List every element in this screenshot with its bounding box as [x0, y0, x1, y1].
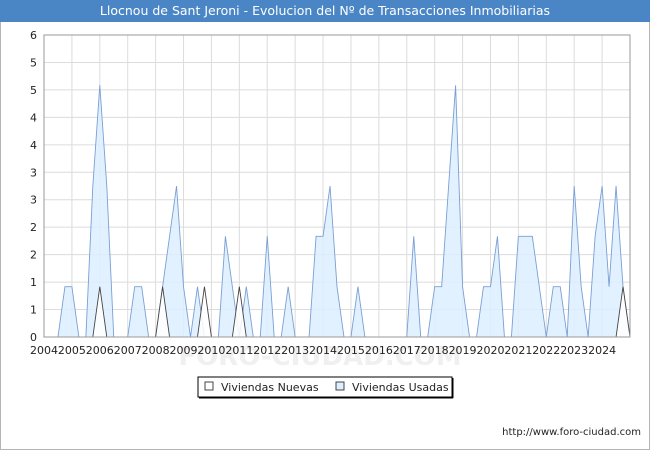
x-tick-label: 2020: [476, 344, 504, 357]
legend-label-nuevas: Viviendas Nuevas: [221, 381, 319, 394]
x-tick-label: 2006: [86, 344, 114, 357]
legend: Viviendas Nuevas Viviendas Usadas: [197, 376, 454, 399]
x-tick-label: 2016: [365, 344, 393, 357]
series-area: [44, 85, 631, 338]
legend-label-usadas: Viviendas Usadas: [352, 381, 449, 394]
x-tick-label: 2019: [449, 344, 477, 357]
x-tick-label: 2021: [504, 344, 532, 357]
x-tick-label: 2004: [30, 344, 58, 357]
y-axis-ticks: 0 1 1 2 2 3 3 4 4 5 5 6: [30, 29, 37, 344]
y-tick-label: 2: [30, 221, 37, 234]
y-tick-label: 3: [30, 166, 37, 179]
x-tick-label: 2022: [532, 344, 560, 357]
y-tick-label: 5: [30, 56, 37, 69]
y-tick-label: 3: [30, 194, 37, 207]
y-tick-label: 2: [30, 249, 37, 262]
legend-swatch-nuevas: [204, 381, 214, 391]
y-tick-label: 4: [30, 111, 37, 124]
x-tick-label: 2024: [588, 344, 616, 357]
x-tick-label: 2013: [281, 344, 309, 357]
y-tick-label: 1: [30, 304, 37, 317]
y-tick-label: 4: [30, 139, 37, 152]
y-tick-label: 1: [30, 276, 37, 289]
x-tick-label: 2014: [309, 344, 337, 357]
x-tick-label: 2011: [225, 344, 253, 357]
series-fill-viviendas-usadas: [44, 85, 630, 337]
x-axis-ticks: 2004 2005 2006 2007 2008 2009 2010 2011 2012 2013…: [30, 344, 616, 357]
y-tick-label: 6: [30, 29, 37, 42]
x-tick-label: 2008: [142, 344, 170, 357]
chart-canvas: FORO-CIUDAD.COM 011223344556 2004 2005 200…: [30, 29, 631, 399]
x-tick-label: 2018: [421, 344, 449, 357]
source-url: http://www.foro-ciudad.com: [502, 427, 641, 438]
x-tick-label: 2015: [337, 344, 365, 357]
x-tick-label: 2007: [114, 344, 142, 357]
x-tick-label: 2005: [58, 344, 86, 357]
x-tick-label: 2010: [197, 344, 225, 357]
y-tick-label: 0: [30, 331, 37, 344]
x-tick-label: 2009: [170, 344, 198, 357]
x-tick-label: 2017: [393, 344, 421, 357]
legend-swatch-usadas: [335, 381, 345, 391]
y-tick-label: 5: [30, 84, 37, 97]
x-tick-label: 2012: [253, 344, 281, 357]
x-tick-label: 2023: [560, 344, 588, 357]
